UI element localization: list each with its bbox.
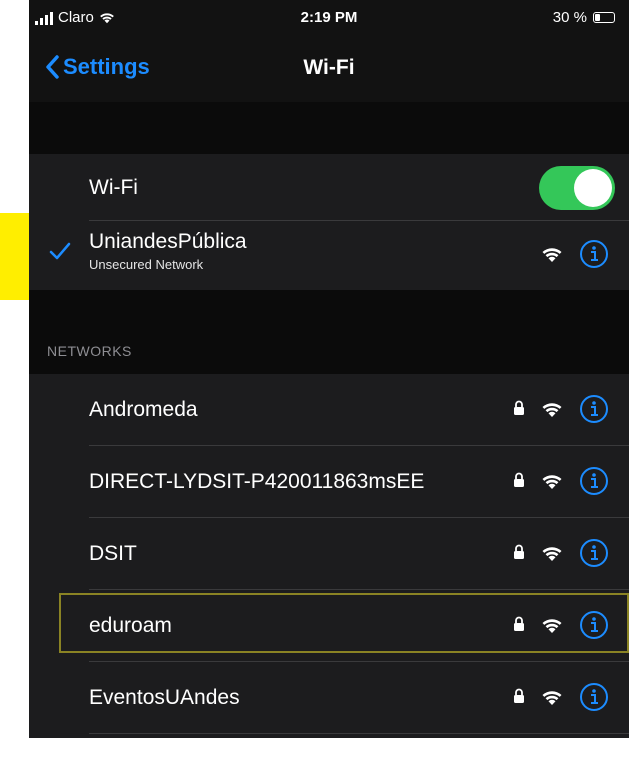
network-row[interactable]: DSIT — [29, 518, 629, 584]
status-bar: Claro 2:19 PM 30 % — [29, 0, 629, 34]
wifi-icon — [542, 248, 562, 262]
connected-network-status: Unsecured Network — [89, 257, 204, 272]
info-icon[interactable] — [579, 538, 609, 568]
annotation-highlight-marker — [0, 213, 29, 300]
section-spacer — [29, 290, 629, 374]
navigation-bar: Settings Wi-Fi — [29, 34, 629, 102]
info-icon[interactable] — [579, 239, 609, 269]
connected-network-name: UniandesPública — [89, 230, 247, 253]
networks-list: Andromeda DIRECT-LYDSIT-P420011863msEE D… — [29, 374, 629, 738]
toggle-knob — [574, 169, 612, 207]
network-name: DIRECT-LYDSIT-P420011863msEE — [89, 470, 425, 493]
lock-icon — [514, 616, 524, 631]
wifi-icon — [542, 475, 562, 489]
network-name: Andromeda — [89, 398, 198, 421]
checkmark-icon — [49, 242, 71, 260]
networks-section-header: NETWORKS — [47, 343, 132, 359]
info-icon[interactable] — [579, 466, 609, 496]
info-icon[interactable] — [579, 682, 609, 712]
lock-icon — [514, 544, 524, 559]
info-icon[interactable] — [579, 394, 609, 424]
wifi-toggle-row: Wi-Fi — [29, 154, 629, 220]
wifi-icon — [542, 403, 562, 417]
lock-icon — [514, 688, 524, 703]
battery-fill — [595, 14, 601, 21]
status-time: 2:19 PM — [300, 9, 358, 26]
wifi-icon — [542, 547, 562, 561]
battery-icon — [593, 12, 615, 23]
wifi-icon — [542, 691, 562, 705]
network-row-selected[interactable]: eduroam — [29, 590, 629, 656]
network-row[interactable]: DIRECT-LYDSIT-P420011863msEE — [29, 446, 629, 512]
lock-icon — [514, 472, 524, 487]
page-title: Wi-Fi — [303, 56, 355, 79]
network-name: DSIT — [89, 542, 137, 565]
status-right: 30 % — [553, 9, 615, 26]
wifi-toggle-switch[interactable] — [539, 166, 615, 210]
network-row[interactable]: EventosUAndes — [29, 662, 629, 728]
info-icon[interactable] — [579, 610, 609, 640]
battery-percentage: 30 % — [552, 9, 587, 26]
lock-icon — [514, 400, 524, 415]
phone-screen: Claro 2:19 PM 30 % Settings Wi-Fi Wi-Fi … — [29, 0, 629, 738]
wifi-section: Wi-Fi UniandesPública Unsecured Network — [29, 154, 629, 290]
network-name: EventosUAndes — [89, 686, 240, 709]
wifi-icon — [542, 619, 562, 633]
connected-network-row[interactable]: UniandesPública Unsecured Network — [29, 221, 629, 287]
wifi-toggle-label: Wi-Fi — [89, 176, 138, 199]
row-separator — [89, 733, 629, 734]
section-spacer — [29, 102, 629, 154]
network-name: eduroam — [89, 614, 172, 637]
network-row[interactable]: Andromeda — [29, 374, 629, 440]
